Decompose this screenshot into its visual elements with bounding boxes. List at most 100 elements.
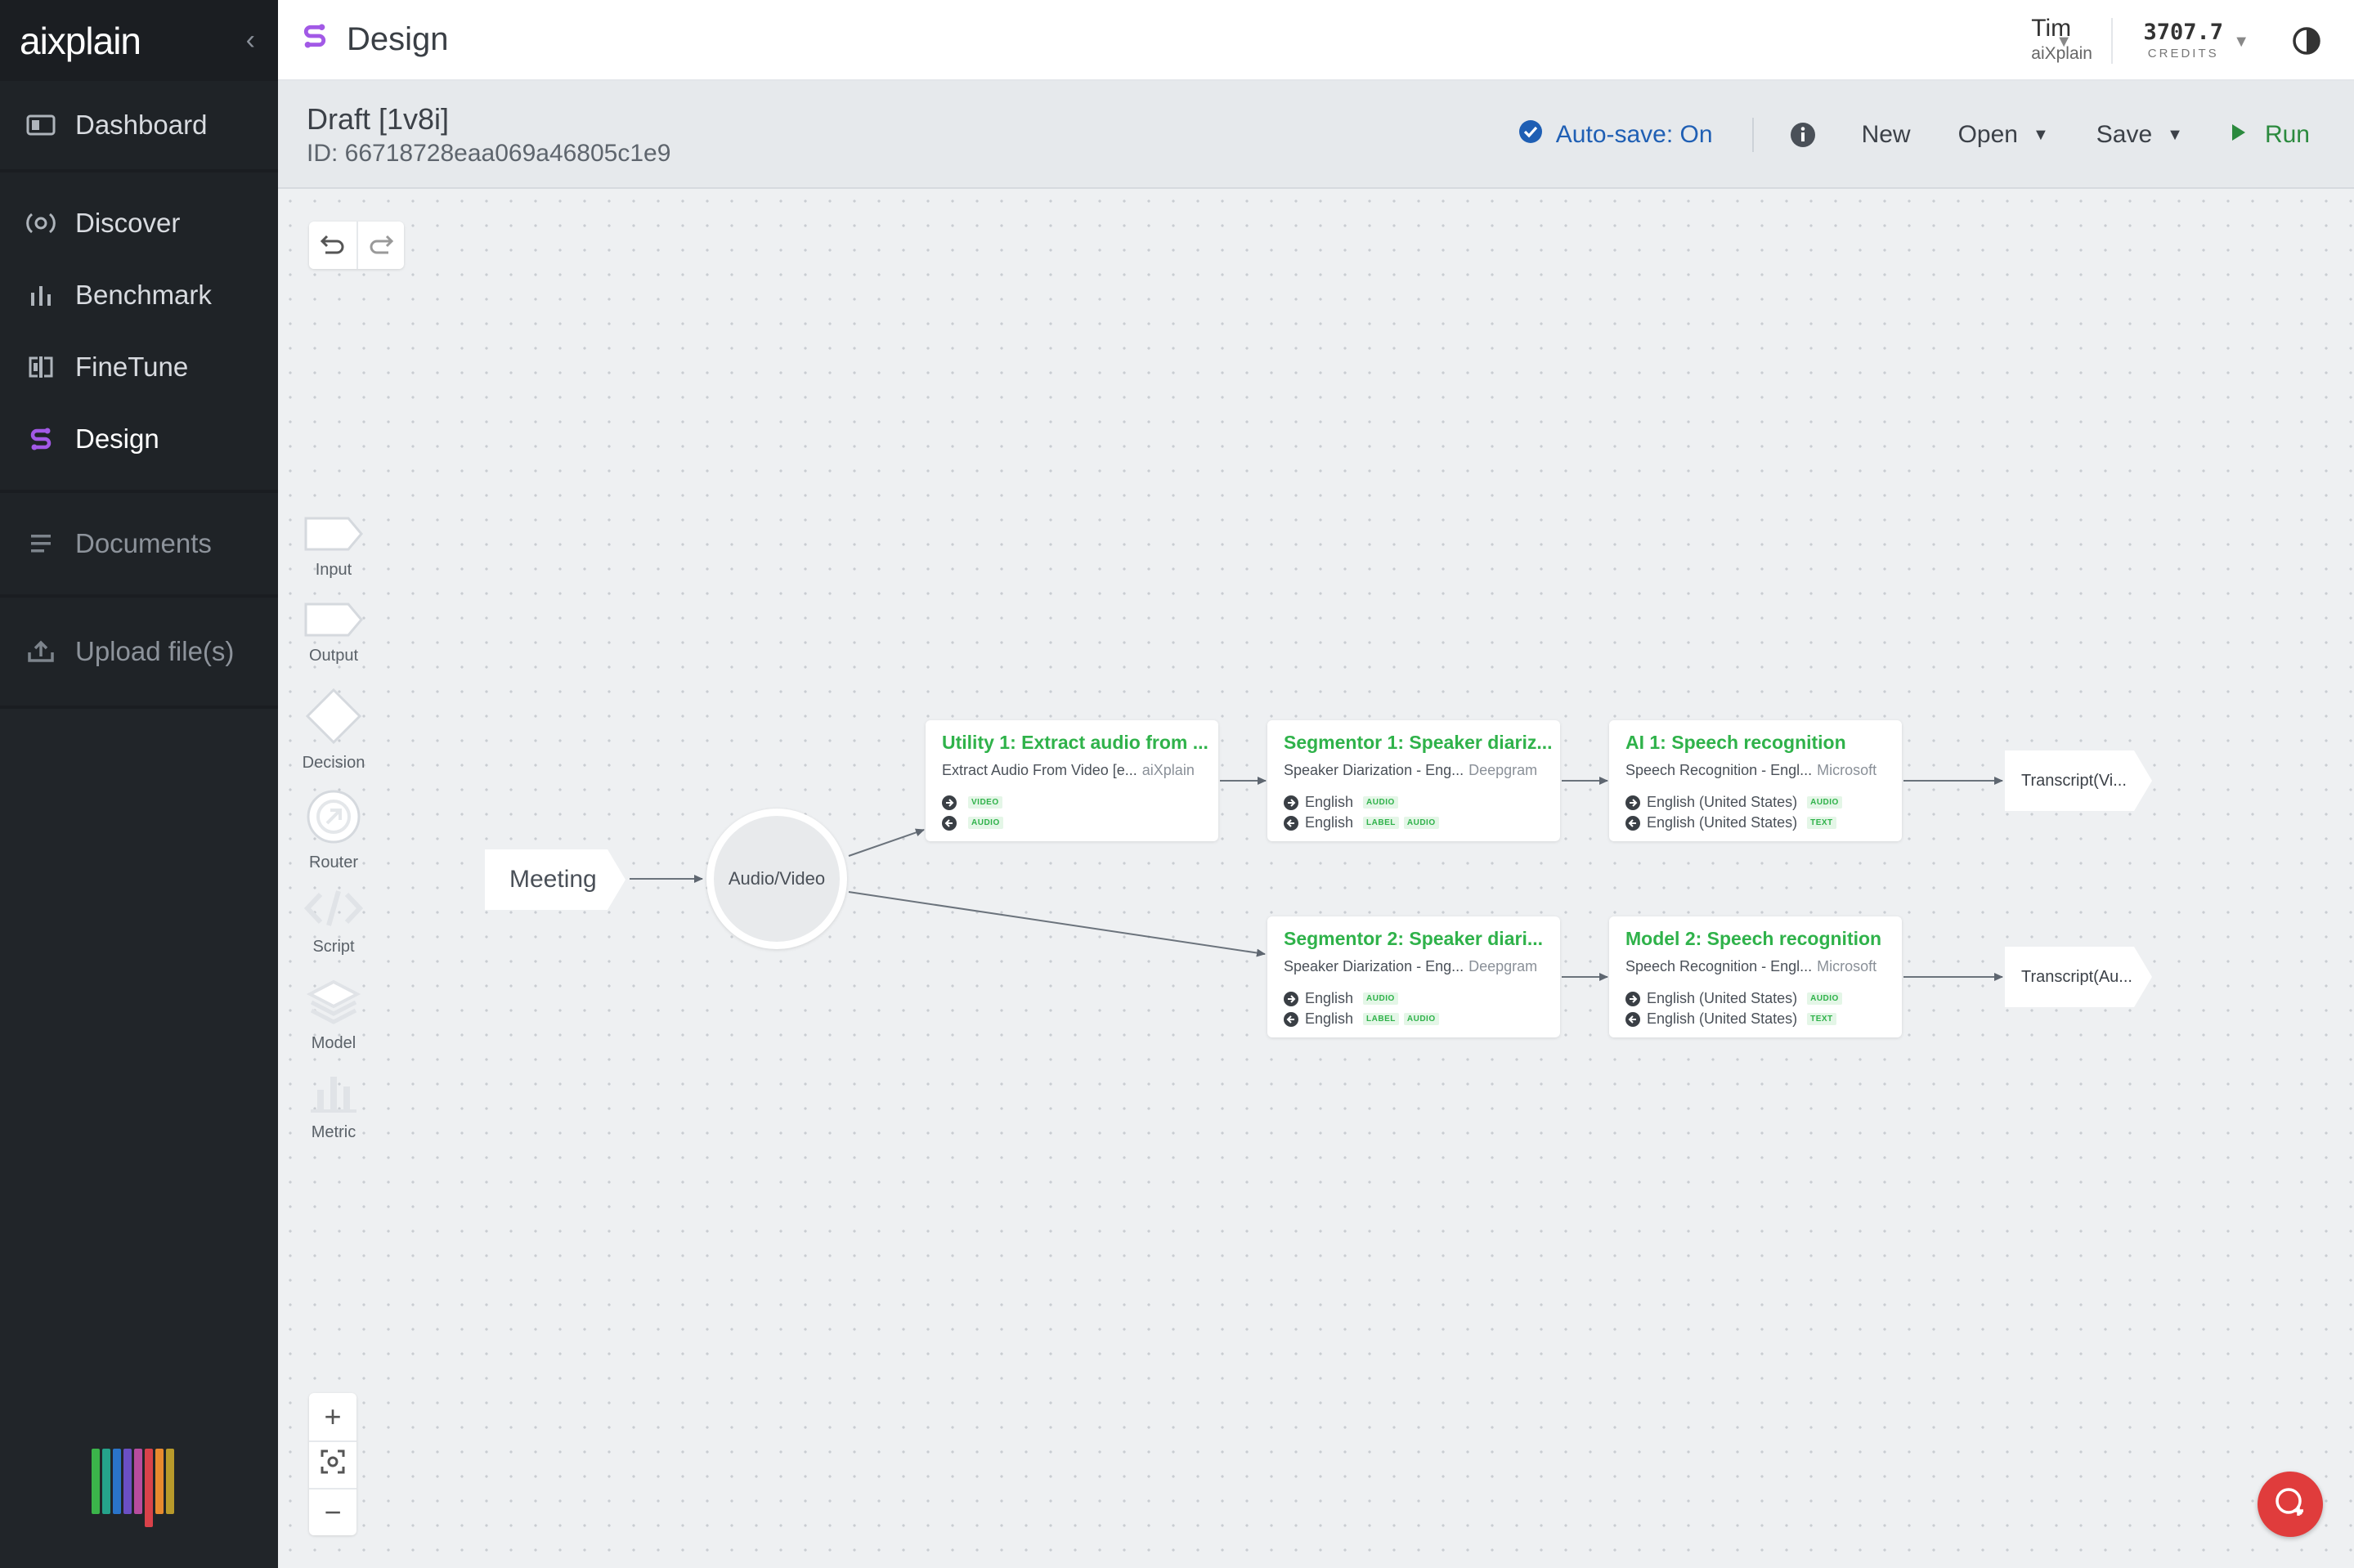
zoom-in-button[interactable]: + [309, 1393, 356, 1440]
toolbar-actions: Auto-save: On New Open ▼ Save ▼ Run [1518, 81, 2354, 189]
port-language: English (United States) [1647, 1010, 1798, 1027]
node-card-segmentor2[interactable]: Segmentor 2: Speaker diari... Speaker Di… [1267, 916, 1560, 1037]
node-card-model2[interactable]: Model 2: Speech recognition Speech Recog… [1609, 916, 1902, 1037]
node-io: English (United States) AUDIO English (U… [1625, 988, 1902, 1029]
data-type-tag: LABEL [1363, 817, 1399, 829]
design-icon [303, 20, 327, 60]
sidebar-group-docs: Documents [0, 493, 278, 598]
sidebar-group-main: Dashboard [0, 81, 278, 172]
data-type-tag: TEXT [1807, 817, 1836, 829]
data-type-tag: AUDIO [1403, 1013, 1439, 1025]
node-input-port[interactable]: English (United States) AUDIO [1625, 792, 1902, 813]
credits-value: 3707.7 [2143, 20, 2223, 45]
sidebar-item-design[interactable]: Design [0, 403, 278, 475]
node-output-port[interactable]: English LABEL AUDIO [1284, 1009, 1560, 1029]
arrow-left-circle-icon [1284, 1011, 1298, 1027]
pipeline-canvas[interactable]: Input Output Decision Router Script Mode… [278, 189, 2354, 1568]
arrow-right-circle-icon [1284, 991, 1298, 1006]
node-io: VIDEO AUDIO [942, 792, 1218, 833]
credits-chevron-down-icon[interactable]: ▼ [2233, 33, 2249, 52]
save-button[interactable]: Save ▼ [2096, 121, 2183, 149]
new-button[interactable]: New [1862, 121, 1911, 149]
data-type-tag: AUDIO [1807, 796, 1842, 809]
save-button-label: Save [2096, 121, 2153, 148]
data-type-tag: AUDIO [1363, 796, 1398, 809]
arrow-right-circle-icon [1625, 991, 1640, 1006]
node-input-port[interactable]: English AUDIO [1284, 792, 1560, 813]
router-node-audio-video[interactable]: Audio/Video [706, 809, 847, 949]
node-title: Segmentor 2: Speaker diari... [1284, 928, 1544, 949]
port-language: English [1305, 814, 1354, 831]
autosave-toggle[interactable]: Auto-save: On [1518, 119, 1713, 150]
run-button-label: Run [2264, 121, 2310, 148]
node-output-port[interactable]: English (United States) TEXT [1625, 813, 1902, 833]
node-input-port[interactable]: English AUDIO [1284, 988, 1560, 1009]
page-title-text: Design [347, 21, 449, 57]
fit-view-icon [320, 1448, 346, 1482]
node-title: Segmentor 1: Speaker diariz... [1284, 732, 1553, 753]
node-input-port[interactable]: VIDEO [942, 792, 1218, 813]
user-menu-chevron-down-icon[interactable]: ▼ [2056, 33, 2072, 52]
input-node-meeting[interactable]: Meeting [485, 849, 625, 910]
theme-toggle-icon[interactable] [2292, 26, 2321, 60]
data-type-tag: LABEL [1363, 1013, 1399, 1025]
node-output-port[interactable]: English (United States) TEXT [1625, 1009, 1902, 1029]
sidebar-item-benchmark[interactable]: Benchmark [0, 259, 278, 331]
draft-title[interactable]: Draft [1v8i] [307, 102, 449, 137]
minus-icon: − [324, 1495, 342, 1529]
sidebar-item-dashboard[interactable]: Dashboard [0, 89, 278, 161]
node-output-port[interactable]: AUDIO [942, 813, 1218, 833]
output-node-label: Transcript(Vi... [2021, 771, 2127, 790]
collapse-sidebar-icon[interactable]: ‹ [246, 25, 255, 56]
sidebar-item-discover[interactable]: Discover [0, 187, 278, 259]
zoom-out-button[interactable]: − [309, 1488, 356, 1535]
data-type-tag: TEXT [1807, 1013, 1836, 1025]
output-node-audio-transcript[interactable]: Transcript(Au... [2005, 947, 2152, 1007]
design-icon [25, 425, 57, 453]
node-provider: Deepgram [1468, 958, 1538, 974]
node-provider: Microsoft [1817, 958, 1877, 974]
run-button[interactable]: Run [2231, 121, 2310, 149]
node-card-ai1[interactable]: AI 1: Speech recognition Speech Recognit… [1609, 720, 1902, 841]
sidebar-group-upload: Upload file(s) [0, 598, 278, 709]
sidebar-item-label: Upload file(s) [75, 636, 235, 666]
sidebar-item-label: Design [75, 423, 159, 454]
data-type-tag: VIDEO [968, 796, 1002, 809]
open-button-label: Open [1957, 121, 2018, 148]
upload-icon [25, 639, 57, 664]
sidebar-item-finetune[interactable]: FineTune [0, 331, 278, 403]
credits-display[interactable]: 3707.7 CREDITS [2143, 20, 2223, 60]
node-card-segmentor1[interactable]: Segmentor 1: Speaker diariz... Speaker D… [1267, 720, 1560, 841]
node-subtitle: Extract Audio From Video [e... aiXplain [942, 762, 1195, 778]
output-node-video-transcript[interactable]: Transcript(Vi... [2005, 750, 2152, 811]
page-title: Design [303, 20, 449, 60]
node-subtitle: Speech Recognition - Engl... Microsoft [1625, 958, 1877, 974]
finetune-icon [25, 355, 57, 379]
dashboard-icon [25, 114, 57, 137]
node-provider: Microsoft [1817, 762, 1877, 778]
credits-label: CREDITS [2147, 47, 2219, 60]
sidebar-item-label: FineTune [75, 352, 189, 382]
aixplain-logo[interactable]: aixplain [20, 19, 141, 63]
data-type-tag: AUDIO [1363, 992, 1398, 1005]
zoom-controls: + − [309, 1393, 356, 1535]
chevron-down-icon: ▼ [2167, 125, 2183, 144]
sidebar-item-documents[interactable]: Documents [0, 508, 278, 580]
sidebar: aixplain ‹ Dashboard Discover Benchmark [0, 0, 278, 1568]
draft-id: ID: 66718728eaa069a46805c1e9 [307, 140, 671, 167]
node-input-port[interactable]: English (United States) AUDIO [1625, 988, 1902, 1009]
fit-view-button[interactable] [309, 1440, 356, 1488]
node-card-utility1[interactable]: Utility 1: Extract audio from ... Extrac… [926, 720, 1218, 841]
router-node-label: Audio/Video [728, 868, 826, 889]
help-chat-button[interactable] [2258, 1472, 2323, 1537]
data-type-tag: AUDIO [968, 817, 1003, 829]
arrow-right-circle-icon [1625, 795, 1640, 810]
node-output-port[interactable]: English LABEL AUDIO [1284, 813, 1560, 833]
info-icon[interactable] [1790, 122, 1816, 148]
arrow-right-circle-icon [942, 795, 957, 810]
sidebar-item-upload[interactable]: Upload file(s) [0, 616, 278, 688]
aixplain-brand-mark [92, 1449, 174, 1527]
arrow-left-circle-icon [1625, 815, 1640, 831]
open-button[interactable]: Open ▼ [1958, 121, 2049, 149]
arrow-left-circle-icon [1625, 1011, 1640, 1027]
